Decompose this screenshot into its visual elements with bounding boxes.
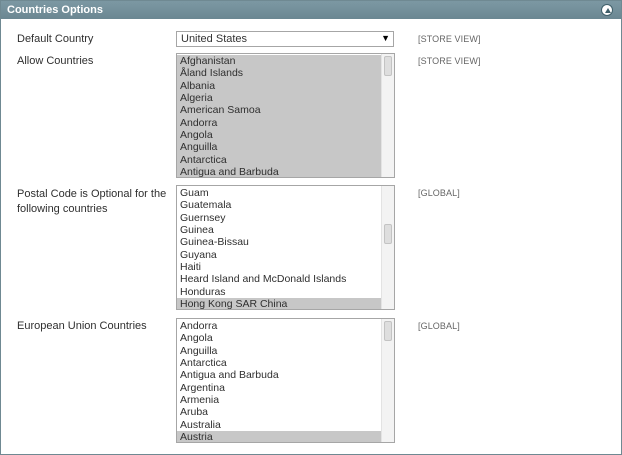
- list-item[interactable]: Armenia: [177, 394, 381, 406]
- list-item[interactable]: Aruba: [177, 406, 381, 418]
- list-item[interactable]: Andorra: [177, 320, 381, 332]
- panel-title: Countries Options: [7, 4, 103, 16]
- scrollbar-thumb[interactable]: [384, 321, 392, 341]
- list-item[interactable]: Antigua and Barbuda: [177, 166, 381, 177]
- postal-code-options: Guam Guatemala Guernsey Guinea Guinea-Bissau…: [177, 187, 381, 309]
- list-item[interactable]: Åland Islands: [177, 67, 381, 80]
- default-country-select[interactable]: United States ▼: [176, 31, 394, 47]
- postal-code-label-line2: following countries: [17, 203, 108, 215]
- list-item[interactable]: Guam: [177, 187, 381, 199]
- scrollbar[interactable]: [381, 319, 394, 442]
- scrollbar-thumb[interactable]: [384, 56, 392, 76]
- collapse-up-icon[interactable]: [601, 4, 613, 16]
- default-country-label: Default Country: [17, 33, 94, 45]
- chevron-down-icon[interactable]: ▼: [381, 33, 390, 43]
- list-item[interactable]: American Samoa: [177, 104, 381, 117]
- list-item[interactable]: Guinea: [177, 224, 381, 236]
- list-item[interactable]: Anguilla: [177, 345, 381, 357]
- allow-countries-label: Allow Countries: [17, 55, 94, 67]
- eu-countries-options: Andorra Angola Anguilla Antarctica Antigua a…: [177, 320, 381, 442]
- list-item[interactable]: Guatemala: [177, 199, 381, 211]
- list-item[interactable]: Antarctica: [177, 357, 381, 369]
- list-item[interactable]: Antigua and Barbuda: [177, 369, 381, 381]
- list-item[interactable]: Hong Kong SAR China: [177, 298, 381, 309]
- scrollbar-thumb[interactable]: [384, 224, 392, 244]
- eu-countries-label: European Union Countries: [17, 320, 147, 332]
- eu-countries-multiselect[interactable]: Andorra Angola Anguilla Antarctica Antigua a…: [176, 318, 395, 443]
- list-item[interactable]: Guinea-Bissau: [177, 236, 381, 248]
- list-item[interactable]: Albania: [177, 79, 381, 93]
- list-item[interactable]: Angola: [177, 332, 381, 344]
- list-item[interactable]: Andorra: [177, 116, 381, 130]
- list-item[interactable]: Argentina: [177, 382, 381, 394]
- list-item[interactable]: Guyana: [177, 249, 381, 261]
- scrollbar[interactable]: [381, 186, 394, 309]
- postal-code-label-line1: Postal Code is Optional for the: [17, 188, 167, 200]
- list-item[interactable]: Heard Island and McDonald Islands: [177, 273, 381, 285]
- postal-code-scope: [GLOBAL]: [418, 188, 460, 198]
- list-item[interactable]: Anguilla: [177, 141, 381, 154]
- countries-options-panel: Countries Options Default Country United…: [0, 0, 622, 455]
- list-item[interactable]: Antarctica: [177, 153, 381, 167]
- default-country-value: United States: [181, 33, 248, 45]
- allow-countries-scope: [STORE VIEW]: [418, 56, 481, 66]
- list-item[interactable]: Haiti: [177, 261, 381, 273]
- panel-header[interactable]: Countries Options: [1, 1, 621, 19]
- postal-code-multiselect[interactable]: Guam Guatemala Guernsey Guinea Guinea-Bissau…: [176, 185, 395, 310]
- list-item[interactable]: Guernsey: [177, 212, 381, 224]
- allow-countries-multiselect[interactable]: Afghanistan Åland Islands Albania Algeria Am…: [176, 53, 395, 178]
- list-item[interactable]: Honduras: [177, 286, 381, 298]
- default-country-scope: [STORE VIEW]: [418, 34, 481, 44]
- postal-code-label: Postal Code is Optional for the followin…: [17, 187, 166, 217]
- list-item[interactable]: Afghanistan: [177, 55, 381, 68]
- scrollbar[interactable]: [381, 54, 394, 177]
- list-item[interactable]: Algeria: [177, 92, 381, 105]
- allow-countries-options: Afghanistan Åland Islands Albania Algeria Am…: [177, 55, 381, 177]
- list-item[interactable]: Australia: [177, 419, 381, 431]
- list-item[interactable]: Austria: [177, 431, 381, 442]
- list-item[interactable]: Angola: [177, 129, 381, 142]
- eu-countries-scope: [GLOBAL]: [418, 321, 460, 331]
